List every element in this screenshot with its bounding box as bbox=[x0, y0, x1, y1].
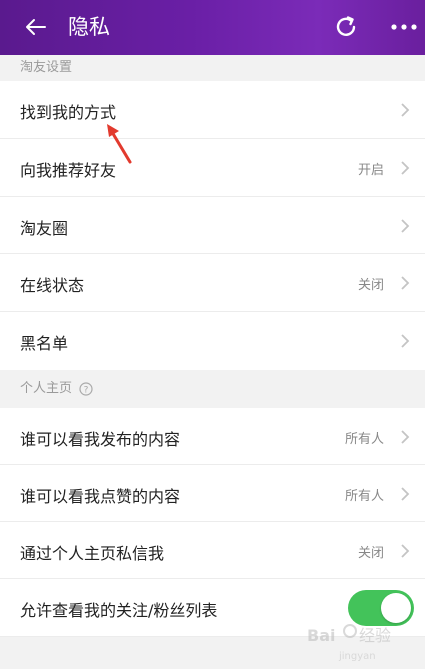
help-icon[interactable]: ? bbox=[79, 381, 93, 396]
chevron-right-icon bbox=[401, 276, 410, 290]
refresh-icon bbox=[336, 16, 356, 36]
svg-text:?: ? bbox=[84, 385, 89, 395]
chevron-right-icon bbox=[401, 161, 410, 175]
section-header-friend-settings: 淘友设置 bbox=[0, 55, 425, 81]
chevron-right-icon bbox=[401, 103, 410, 117]
row-profile-dm[interactable]: 通过个人主页私信我 关闭 bbox=[0, 522, 425, 579]
annotation-arrow-icon bbox=[107, 124, 132, 164]
back-button[interactable] bbox=[20, 12, 50, 42]
row-blacklist[interactable]: 黑名单 bbox=[0, 312, 425, 370]
status-value: 关闭 bbox=[358, 278, 385, 293]
chevron-right-icon bbox=[401, 219, 410, 233]
row-friend-circle[interactable]: 淘友圈 bbox=[0, 197, 425, 254]
row-label: 通过个人主页私信我 bbox=[20, 544, 165, 563]
row-label: 黑名单 bbox=[20, 334, 69, 353]
row-online-status[interactable]: 在线状态 关闭 bbox=[0, 254, 425, 312]
chevron-right-icon bbox=[401, 544, 410, 558]
row-label: 在线状态 bbox=[20, 276, 85, 295]
svg-text:jingyan: jingyan bbox=[338, 651, 376, 662]
status-value: 关闭 bbox=[358, 546, 385, 561]
chevron-right-icon bbox=[401, 487, 410, 501]
section-title: 淘友设置 bbox=[20, 60, 73, 75]
svg-text:Bai: Bai bbox=[307, 626, 335, 645]
page-title: 隐私 bbox=[68, 15, 110, 39]
section-header-profile: 个人主页 ? bbox=[0, 370, 425, 408]
chevron-right-icon bbox=[401, 334, 410, 348]
row-label: 谁可以看我发布的内容 bbox=[20, 430, 181, 449]
status-value: 所有人 bbox=[345, 432, 385, 447]
status-value: 所有人 bbox=[345, 489, 385, 504]
row-label: 允许查看我的关注/粉丝列表 bbox=[20, 601, 218, 620]
chevron-right-icon bbox=[401, 430, 410, 444]
row-label: 谁可以看我点赞的内容 bbox=[20, 487, 181, 506]
svg-text:经验: 经验 bbox=[359, 626, 391, 645]
row-label: 淘友圈 bbox=[20, 219, 69, 238]
row-recommend-friends[interactable]: 向我推荐好友 开启 bbox=[0, 139, 425, 197]
app-header: 隐私 bbox=[0, 0, 425, 55]
section-title: 个人主页 bbox=[20, 381, 73, 396]
status-value: 开启 bbox=[358, 163, 385, 178]
row-who-sees-posts[interactable]: 谁可以看我发布的内容 所有人 bbox=[0, 408, 425, 465]
row-find-me[interactable]: 找到我的方式 bbox=[0, 81, 425, 139]
more-button[interactable] bbox=[388, 12, 420, 42]
baidu-jingyan-watermark: Bai 经验 jingyan bbox=[307, 624, 391, 662]
row-who-sees-likes[interactable]: 谁可以看我点赞的内容 所有人 bbox=[0, 465, 425, 522]
arrow-left-icon bbox=[26, 19, 46, 35]
more-dots-icon bbox=[391, 24, 417, 30]
refresh-button[interactable] bbox=[330, 10, 362, 44]
